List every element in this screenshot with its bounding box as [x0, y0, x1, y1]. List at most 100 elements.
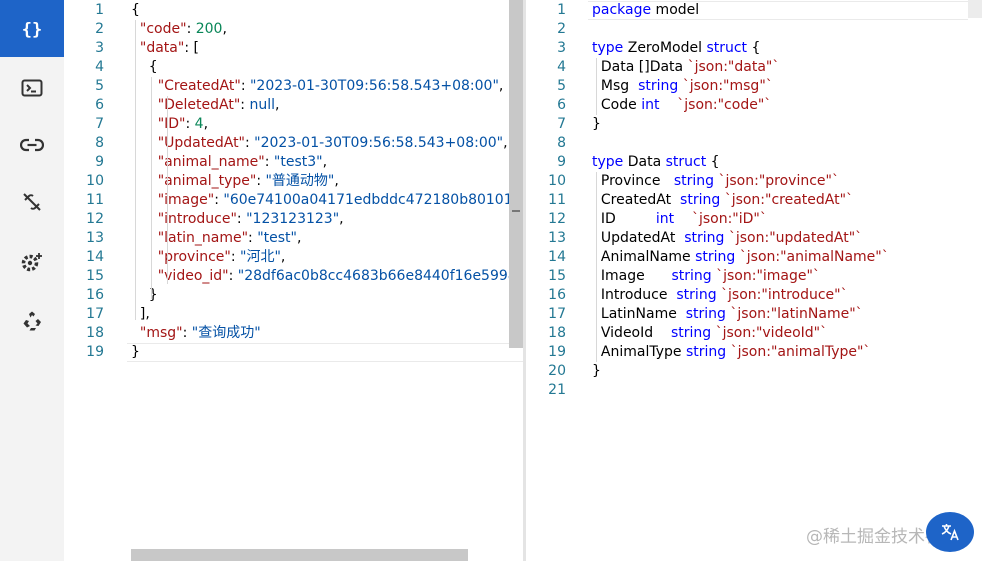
line-number: 15	[548, 268, 566, 284]
code-line: Msg string `json:"msg"`	[592, 78, 773, 94]
code-line: "latin_name": "test",	[157, 230, 302, 246]
settings-plus-icon	[21, 252, 42, 271]
code-line: type Data struct {	[592, 154, 720, 170]
translate-icon	[941, 524, 959, 541]
go-vertical-scrollbar[interactable]	[968, 0, 982, 18]
line-number: 6	[95, 97, 104, 113]
code-line: }	[131, 344, 140, 360]
line-number: 4	[557, 59, 566, 75]
line-number: 2	[95, 21, 104, 37]
code-line: Image string `json:"image"`	[592, 268, 820, 284]
code-line: "introduce": "123123123",	[157, 211, 344, 227]
indent-guide	[596, 58, 597, 115]
code-line: }	[592, 363, 601, 379]
line-number: 14	[86, 249, 104, 265]
line-number: 12	[548, 211, 566, 227]
line-number: 7	[557, 116, 566, 132]
code-line: }	[592, 116, 601, 132]
terminal-icon	[21, 79, 43, 96]
line-number: 19	[548, 344, 566, 360]
json-editor[interactable]: 1{2 "code": 200, 3 "data": [4 {5 "Created…	[64, 0, 524, 561]
line-number: 2	[557, 21, 566, 37]
indent-guide	[167, 96, 168, 284]
code-line: "video_id": "28df6ac0b8cc4683b66e8440f16…	[157, 268, 524, 284]
code-line: LatinName string `json:"latinName"`	[592, 306, 863, 322]
json-horizontal-scrollbar[interactable]	[131, 549, 468, 561]
code-line: "animal_type": "普通动物",	[157, 173, 339, 189]
line-number: 1	[557, 2, 566, 18]
unlink-icon	[23, 192, 41, 211]
line-number: 16	[86, 287, 104, 303]
line-number: 9	[557, 154, 566, 170]
code-line: "msg": "查询成功"	[139, 325, 261, 341]
line-number: 10	[86, 173, 104, 189]
code-line: Code int `json:"code"`	[592, 97, 772, 113]
line-number: 1	[95, 2, 104, 18]
line-number: 19	[86, 344, 104, 360]
code-line: "UpdatedAt": "2023-01-30T09:56:58.543+08…	[157, 135, 508, 151]
line-number: 10	[548, 173, 566, 189]
line-number: 5	[557, 78, 566, 94]
indent-guide	[151, 77, 152, 299]
code-line: ],	[131, 306, 150, 322]
line-number: 16	[548, 287, 566, 303]
link-button[interactable]	[0, 116, 64, 173]
code-line: "DeletedAt": null,	[157, 97, 280, 113]
line-number: 3	[557, 40, 566, 56]
sidebar: {}	[0, 0, 64, 561]
json-vertical-scrollbar[interactable]	[509, 0, 523, 348]
json-icon: {}	[22, 20, 42, 39]
terminal-button[interactable]	[0, 59, 64, 116]
line-number: 18	[548, 325, 566, 341]
line-number: 11	[86, 192, 104, 208]
code-line: "data": [	[139, 40, 199, 56]
line-number: 11	[548, 192, 566, 208]
indent-guide	[596, 172, 597, 362]
line-number: 6	[557, 97, 566, 113]
line-number: 17	[86, 306, 104, 322]
line-number: 13	[86, 230, 104, 246]
go-editor[interactable]: 1 package model 2 3 type ZeroModel struct { 4…	[526, 0, 984, 561]
line-number: 12	[86, 211, 104, 227]
line-number: 20	[548, 363, 566, 379]
code-line: VideoId string `json:"videoId"`	[592, 325, 828, 341]
line-number: 4	[95, 59, 104, 75]
svg-text:{}: {}	[22, 20, 42, 39]
indent-guide	[135, 20, 136, 320]
code-line: Introduce string `json:"introduce"`	[592, 287, 848, 303]
line-number: 17	[548, 306, 566, 322]
code-line: "code": 200,	[139, 21, 227, 37]
settings-plus-button[interactable]	[0, 233, 64, 290]
recycle-button[interactable]	[0, 292, 64, 349]
code-line: type ZeroModel struct {	[592, 40, 761, 56]
code-line: Data []Data `json:"data"`	[592, 59, 780, 75]
line-number: 9	[95, 154, 104, 170]
recycle-icon	[23, 311, 41, 330]
line-number: 18	[86, 325, 104, 341]
line-number: 14	[548, 249, 566, 265]
current-line-highlight	[127, 343, 524, 362]
scroll-position-marker	[512, 210, 520, 212]
code-line: "province": "河北",	[157, 249, 286, 265]
line-number: 13	[548, 230, 566, 246]
unlink-button[interactable]	[0, 173, 64, 230]
line-number: 8	[95, 135, 104, 151]
code-line: "ID": 4,	[157, 116, 209, 132]
code-line: package model	[592, 2, 700, 18]
line-number: 7	[95, 116, 104, 132]
line-number: 8	[557, 135, 566, 151]
code-line: Province string `json:"province"`	[592, 173, 839, 189]
line-number: 15	[86, 268, 104, 284]
line-number: 3	[95, 40, 104, 56]
code-line: CreatedAt string `json:"createdAt"`	[592, 192, 854, 208]
code-line: UpdatedAt string `json:"updatedAt"`	[592, 230, 863, 246]
json-view-button[interactable]: {}	[0, 0, 64, 57]
code-line: "animal_name": "test3",	[157, 154, 328, 170]
code-line: {	[131, 2, 140, 18]
code-line: "CreatedAt": "2023-01-30T09:56:58.543+08…	[157, 78, 504, 94]
code-line: AnimalName string `json:"animalName"`	[592, 249, 889, 265]
translate-button[interactable]	[926, 512, 974, 552]
line-number: 5	[95, 78, 104, 94]
code-line: "image": "60e74100a04171edbddc472180b801…	[157, 192, 524, 208]
code-line: ID int `json:"iD"`	[592, 211, 767, 227]
